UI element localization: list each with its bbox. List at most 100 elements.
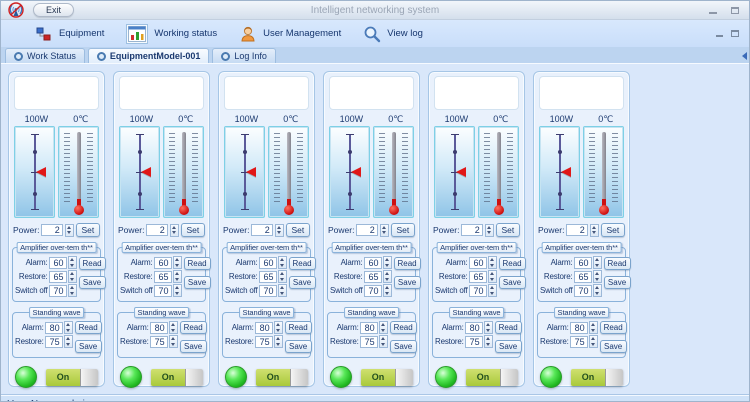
power-input[interactable]: 2 <box>251 224 272 236</box>
alarm-spinner[interactable] <box>64 321 73 334</box>
tab-log-info[interactable]: Log Info <box>212 48 276 63</box>
on-off-toggle[interactable]: On <box>466 369 518 386</box>
read-button[interactable]: Read <box>75 321 102 334</box>
restore-input[interactable]: 75 <box>465 336 483 348</box>
alarm-input[interactable]: 80 <box>255 322 273 334</box>
restore-spinner[interactable] <box>278 270 287 283</box>
restore-input[interactable]: 65 <box>259 271 277 283</box>
switch-off-input[interactable]: 70 <box>469 285 487 297</box>
save-button[interactable]: Save <box>289 276 316 289</box>
alarm-spinner[interactable] <box>169 321 178 334</box>
power-spinner[interactable] <box>485 224 494 237</box>
alarm-input[interactable]: 60 <box>574 257 592 269</box>
restore-input[interactable]: 75 <box>360 336 378 348</box>
alarm-spinner[interactable] <box>379 321 388 334</box>
restore-spinner[interactable] <box>64 335 73 348</box>
exit-button[interactable]: Exit <box>33 3 74 17</box>
restore-input[interactable]: 65 <box>364 271 382 283</box>
save-button[interactable]: Save <box>499 276 526 289</box>
alarm-input[interactable]: 60 <box>154 257 172 269</box>
save-button[interactable]: Save <box>79 276 106 289</box>
restore-input[interactable]: 75 <box>150 336 168 348</box>
set-button[interactable]: Set <box>496 223 520 237</box>
power-input[interactable]: 2 <box>356 224 377 236</box>
switch-off-input[interactable]: 70 <box>364 285 382 297</box>
alarm-spinner[interactable] <box>593 256 602 269</box>
alarm-spinner[interactable] <box>383 256 392 269</box>
power-input[interactable]: 2 <box>41 224 62 236</box>
mdi-minimize-icon[interactable] <box>716 35 723 37</box>
restore-spinner[interactable] <box>379 335 388 348</box>
switch-off-input[interactable]: 70 <box>49 285 67 297</box>
toggle-handle[interactable] <box>605 369 623 386</box>
restore-input[interactable]: 75 <box>570 336 588 348</box>
read-button[interactable]: Read <box>285 321 312 334</box>
alarm-spinner[interactable] <box>68 256 77 269</box>
set-button[interactable]: Set <box>601 223 625 237</box>
alarm-spinner[interactable] <box>589 321 598 334</box>
save-button[interactable]: Save <box>495 340 522 353</box>
switch-off-spinner[interactable] <box>173 284 182 297</box>
read-button[interactable]: Read <box>79 257 106 270</box>
restore-spinner[interactable] <box>383 270 392 283</box>
restore-input[interactable]: 65 <box>469 271 487 283</box>
alarm-spinner[interactable] <box>488 256 497 269</box>
power-spinner[interactable] <box>65 224 74 237</box>
save-button[interactable]: Save <box>394 276 421 289</box>
power-input[interactable]: 2 <box>566 224 587 236</box>
save-button[interactable]: Save <box>75 340 102 353</box>
set-button[interactable]: Set <box>286 223 310 237</box>
tab-work-status[interactable]: Work Status <box>5 48 85 63</box>
on-off-toggle[interactable]: On <box>46 369 98 386</box>
alarm-input[interactable]: 80 <box>360 322 378 334</box>
restore-input[interactable]: 75 <box>45 336 63 348</box>
read-button[interactable]: Read <box>600 321 627 334</box>
restore-input[interactable]: 65 <box>574 271 592 283</box>
save-button[interactable]: Save <box>180 340 207 353</box>
read-button[interactable]: Read <box>495 321 522 334</box>
switch-off-spinner[interactable] <box>68 284 77 297</box>
toggle-handle[interactable] <box>500 369 518 386</box>
restore-spinner[interactable] <box>173 270 182 283</box>
restore-spinner[interactable] <box>593 270 602 283</box>
save-button[interactable]: Save <box>600 340 627 353</box>
alarm-input[interactable]: 60 <box>469 257 487 269</box>
tab-equipment-model-001[interactable]: EquipmentModel-001 <box>88 48 210 63</box>
power-spinner[interactable] <box>590 224 599 237</box>
set-button[interactable]: Set <box>391 223 415 237</box>
toolbar-user-management-button[interactable]: User Management <box>239 25 341 43</box>
toggle-handle[interactable] <box>185 369 203 386</box>
power-input[interactable]: 2 <box>461 224 482 236</box>
read-button[interactable]: Read <box>604 257 631 270</box>
read-button[interactable]: Read <box>394 257 421 270</box>
restore-spinner[interactable] <box>488 270 497 283</box>
on-off-toggle[interactable]: On <box>361 369 413 386</box>
on-off-toggle[interactable]: On <box>151 369 203 386</box>
maximize-icon[interactable] <box>731 7 739 14</box>
switch-off-input[interactable]: 70 <box>259 285 277 297</box>
set-button[interactable]: Set <box>181 223 205 237</box>
restore-spinner[interactable] <box>589 335 598 348</box>
on-off-toggle[interactable]: On <box>571 369 623 386</box>
restore-spinner[interactable] <box>68 270 77 283</box>
power-spinner[interactable] <box>275 224 284 237</box>
read-button[interactable]: Read <box>180 321 207 334</box>
tab-scroll-arrow-icon[interactable] <box>742 52 747 60</box>
restore-input[interactable]: 75 <box>255 336 273 348</box>
alarm-input[interactable]: 80 <box>150 322 168 334</box>
toolbar-equipment-button[interactable]: Equipment <box>35 25 104 43</box>
power-spinner[interactable] <box>170 224 179 237</box>
read-button[interactable]: Read <box>289 257 316 270</box>
restore-spinner[interactable] <box>484 335 493 348</box>
restore-input[interactable]: 65 <box>154 271 172 283</box>
save-button[interactable]: Save <box>184 276 211 289</box>
alarm-spinner[interactable] <box>484 321 493 334</box>
restore-spinner[interactable] <box>274 335 283 348</box>
restore-input[interactable]: 65 <box>49 271 67 283</box>
toggle-handle[interactable] <box>395 369 413 386</box>
save-button[interactable]: Save <box>390 340 417 353</box>
save-button[interactable]: Save <box>285 340 312 353</box>
mdi-restore-icon[interactable] <box>731 30 739 37</box>
switch-off-spinner[interactable] <box>593 284 602 297</box>
save-button[interactable]: Save <box>604 276 631 289</box>
